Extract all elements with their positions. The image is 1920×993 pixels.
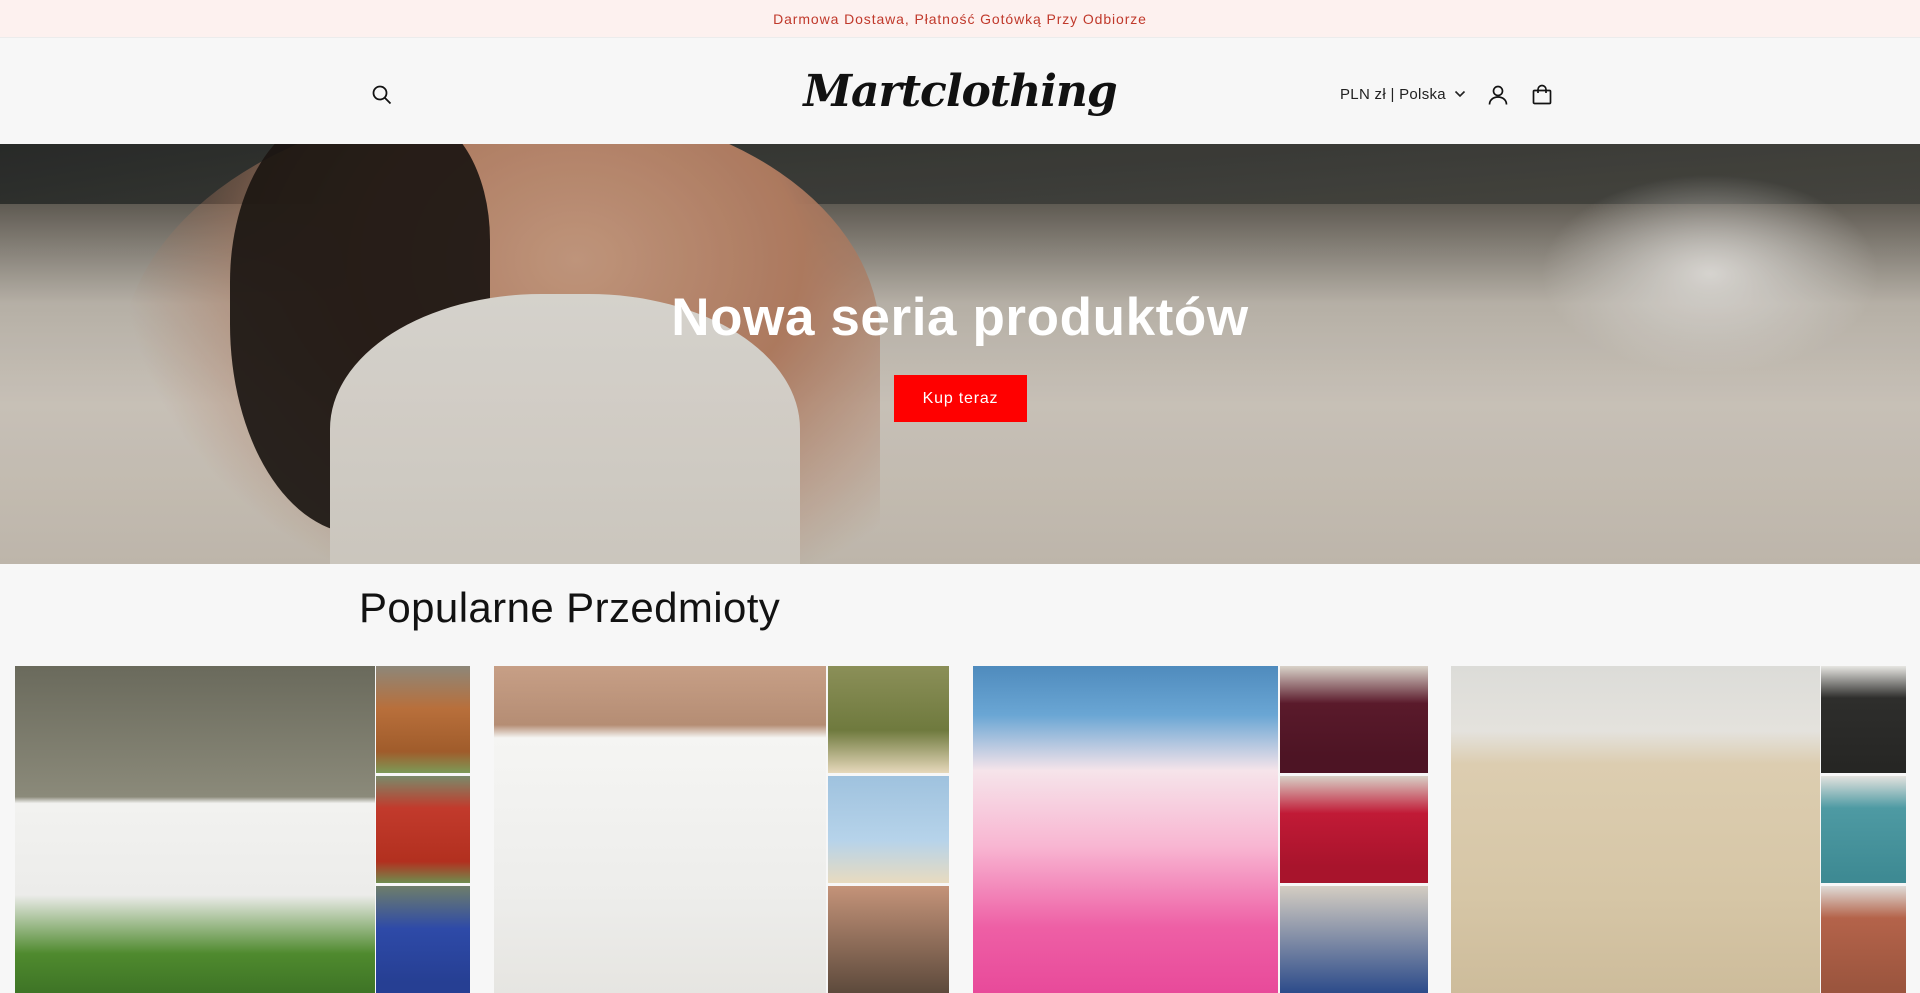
announcement-text: Darmowa Dostawa, Płatność Gotówką Przy O… — [773, 10, 1147, 27]
product-image[interactable] — [494, 666, 826, 993]
shop-now-button[interactable]: Kup teraz — [894, 375, 1027, 422]
variant-thumbnail — [1821, 886, 1906, 993]
variant-thumbnail — [376, 666, 470, 773]
search-icon — [372, 85, 392, 105]
variant-thumbnail — [376, 886, 470, 993]
product-variant-thumbnails — [828, 666, 949, 993]
account-icon — [1488, 85, 1508, 105]
variant-thumbnail — [376, 776, 470, 883]
search-button[interactable] — [364, 77, 400, 113]
variant-thumbnail — [1280, 886, 1428, 993]
product-image[interactable] — [15, 666, 375, 993]
account-button[interactable] — [1480, 77, 1516, 113]
hero-banner: Nowa seria produktów Kup teraz — [0, 144, 1920, 564]
variant-thumbnail — [828, 886, 949, 993]
variant-thumbnail — [1280, 776, 1428, 883]
product-card[interactable] — [1451, 666, 1906, 993]
site-header: Martclothing PLN zł | Polska — [0, 39, 1920, 144]
product-card[interactable] — [494, 666, 949, 993]
product-variant-thumbnails — [1280, 666, 1428, 993]
featured-section-title: Popularne Przedmioty — [359, 584, 781, 631]
variant-thumbnail — [1821, 666, 1906, 773]
variant-thumbnail — [828, 776, 949, 883]
product-card[interactable] — [15, 666, 470, 993]
product-card[interactable] — [973, 666, 1428, 993]
variant-thumbnail — [828, 666, 949, 773]
product-grid — [15, 666, 1906, 993]
announcement-bar: Darmowa Dostawa, Płatność Gotówką Przy O… — [0, 0, 1920, 38]
cart-button[interactable] — [1524, 77, 1560, 113]
currency-label: PLN zł | Polska — [1340, 85, 1446, 103]
product-image[interactable] — [1451, 666, 1820, 993]
hero-overlay — [0, 144, 1920, 564]
site-logo[interactable]: Martclothing — [803, 53, 1117, 129]
variant-thumbnail — [1821, 776, 1906, 883]
hero-title: Nowa seria produktów — [671, 288, 1249, 347]
product-image[interactable] — [973, 666, 1278, 993]
product-variant-thumbnails — [376, 666, 470, 993]
currency-selector[interactable]: PLN zł | Polska — [1340, 79, 1466, 109]
variant-thumbnail — [1280, 666, 1428, 773]
chevron-down-icon — [1454, 90, 1466, 98]
product-variant-thumbnails — [1821, 666, 1906, 993]
cart-icon — [1532, 84, 1552, 105]
